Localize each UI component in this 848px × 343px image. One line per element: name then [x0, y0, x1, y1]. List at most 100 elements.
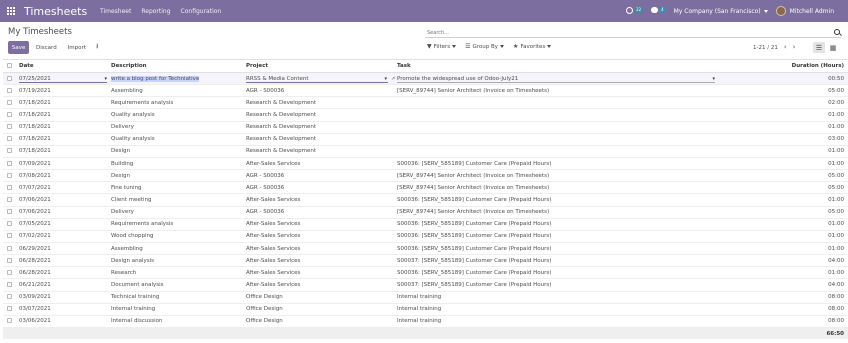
row-checkbox[interactable]	[7, 148, 12, 154]
description-cell: Internal discussion	[110, 315, 245, 328]
date-input[interactable]: 07/25/2021 ▾	[19, 75, 107, 83]
duration-cell: 04:00	[718, 278, 848, 292]
avatar	[775, 6, 786, 16]
import-button[interactable]: Import	[64, 41, 90, 54]
project-cell: RRSS & Media Content ▾ ↗	[245, 72, 396, 86]
header-task[interactable]: Task	[396, 59, 718, 73]
table-row[interactable]: 07/18/2021 Quality analysis Research & Dev…	[3, 133, 848, 146]
table-row[interactable]: 07/18/2021 Design Research & Development 01…	[3, 145, 848, 158]
row-select-cell	[3, 145, 18, 158]
select-all-checkbox[interactable]	[7, 63, 12, 68]
activity-button[interactable]: 22	[626, 6, 644, 16]
external-link-icon[interactable]: ↗	[391, 76, 395, 82]
row-checkbox[interactable]	[7, 87, 12, 93]
project-select[interactable]: RRSS & Media Content ▾	[246, 75, 388, 83]
duration-cell[interactable]: 00:50	[718, 72, 848, 86]
description-cell: Building	[110, 157, 245, 171]
row-checkbox[interactable]	[7, 136, 12, 142]
row-checkbox[interactable]	[7, 124, 12, 130]
table-row[interactable]: 06/28/2021 Design analysis After-Sales Ser…	[3, 254, 848, 268]
table-row[interactable]: 07/19/2021 Assembling AGR - S00036 [SERV_89…	[3, 84, 848, 98]
chevron-left-icon[interactable]: ‹	[784, 44, 787, 51]
project-cell: AGR - S00036	[245, 181, 396, 195]
row-checkbox[interactable]	[7, 257, 12, 263]
favorites-dropdown[interactable]: ★ Favorites	[513, 43, 552, 50]
search-input[interactable]	[425, 28, 825, 37]
menu-reporting[interactable]: Reporting	[141, 8, 170, 15]
row-checkbox[interactable]	[7, 172, 12, 178]
header-duration[interactable]: Duration (Hours)	[718, 59, 848, 73]
header-date[interactable]: Date	[18, 59, 110, 73]
table-row[interactable]: 07/02/2021 Wood chopping After-Sales Servi…	[3, 230, 848, 243]
pager-value[interactable]: 1-21 / 21	[753, 45, 778, 51]
grid-view-icon[interactable]: ▦	[827, 42, 839, 53]
download-icon[interactable]: ⭳	[93, 42, 101, 53]
select-all-cell	[3, 59, 18, 73]
description-cell: write a blog post for Techniative	[110, 72, 245, 86]
header-description[interactable]: Description	[110, 59, 245, 73]
user-menu[interactable]: Mitchell Admin	[775, 6, 834, 16]
table-row[interactable]: 06/29/2021 Assembling After-Sales Services…	[3, 242, 848, 256]
row-checkbox[interactable]	[7, 245, 12, 251]
discard-button[interactable]: Discard	[32, 41, 61, 54]
table-row[interactable]: 06/21/2021 Document analysis After-Sales S…	[3, 278, 848, 292]
messages-button[interactable]: 4	[651, 7, 666, 15]
caret-down-icon: ▾	[712, 75, 715, 82]
row-select-cell	[3, 230, 18, 243]
table-row[interactable]: 03/06/2021 Internal discussion Office Desi…	[3, 315, 848, 328]
row-checkbox[interactable]	[7, 306, 12, 312]
search-icon[interactable]	[834, 29, 840, 35]
row-checkbox[interactable]	[7, 160, 12, 166]
filters-dropdown[interactable]: ▼ Filters	[427, 43, 457, 50]
description-cell: Internal training	[110, 303, 245, 316]
table-row[interactable]: 07/06/2021 Delivery AGR - S00036 [SERV_8974…	[3, 206, 848, 219]
table-row[interactable]: 07/18/2021 Quality analysis Research & Dev…	[3, 108, 848, 122]
activity-count-badge: 22	[634, 6, 644, 13]
table-row[interactable]: 03/07/2021 Internal training Office Design…	[3, 303, 848, 316]
company-switcher[interactable]: My Company (San Francisco)	[674, 8, 768, 15]
row-checkbox[interactable]	[7, 196, 12, 202]
row-checkbox[interactable]	[7, 281, 12, 287]
row-checkbox[interactable]	[7, 209, 12, 215]
row-checkbox[interactable]	[7, 221, 12, 227]
row-checkbox[interactable]	[7, 294, 12, 300]
project-cell: AGR - S00036	[245, 84, 396, 98]
table-row[interactable]: 07/08/2021 Design AGR - S00036 [SERV_89744]…	[3, 169, 848, 183]
date-cell: 03/06/2021	[18, 315, 110, 328]
search-options: ▼ Filters ☰ Group By ★ Favorites	[427, 43, 552, 50]
row-checkbox[interactable]	[7, 184, 12, 190]
save-button[interactable]: Save	[8, 41, 29, 54]
table-row[interactable]: 03/09/2021 Technical training Office Desig…	[3, 291, 848, 304]
duration-cell: 03:00	[718, 133, 848, 146]
table-row[interactable]: 07/18/2021 Delivery Research & Development…	[3, 121, 848, 134]
date-cell: 07/06/2021	[18, 193, 110, 207]
duration-cell: 08:00	[718, 291, 848, 304]
duration-cell: 01:00	[718, 157, 848, 171]
group-by-dropdown[interactable]: ☰ Group By	[465, 43, 505, 50]
row-checkbox[interactable]	[7, 111, 12, 117]
menu-configuration[interactable]: Configuration	[181, 8, 222, 15]
row-checkbox[interactable]	[7, 99, 12, 105]
table-row[interactable]: 07/05/2021 Requirements analysis After-Sal…	[3, 218, 848, 231]
table-row[interactable]: 07/06/2021 Client meeting After-Sales Serv…	[3, 193, 848, 207]
list-view-icon[interactable]: ☰	[813, 42, 825, 53]
table-row[interactable]: 07/09/2021 Building After-Sales Services S0…	[3, 157, 848, 171]
chevron-right-icon[interactable]: ›	[793, 44, 796, 51]
description-cell: Design	[110, 145, 245, 158]
task-select[interactable]: Promote the widespread use of Odoo-July2…	[397, 75, 715, 83]
table-row[interactable]: 07/07/2021 Fine tuning AGR - S00036 [SERV_8…	[3, 181, 848, 195]
header-project[interactable]: Project	[245, 59, 396, 73]
table-row[interactable]: 06/28/2021 Research After-Sales Services S0…	[3, 266, 848, 280]
row-checkbox[interactable]	[7, 233, 12, 239]
project-cell: Office Design	[245, 291, 396, 304]
table-row[interactable]: 07/18/2021 Requirements analysis Research …	[3, 96, 848, 110]
row-checkbox[interactable]	[7, 75, 12, 81]
duration-cell: 05:00	[718, 206, 848, 219]
apps-menu-icon[interactable]	[0, 0, 22, 22]
description-input[interactable]: write a blog post for Techniative	[111, 75, 200, 82]
task-cell: [SERV_89744] Senior Architect (Invoice o…	[396, 84, 718, 98]
row-checkbox[interactable]	[7, 269, 12, 275]
row-checkbox[interactable]	[7, 318, 12, 324]
menu-timesheet[interactable]: Timesheet	[100, 8, 131, 15]
row-select-cell	[3, 84, 18, 98]
